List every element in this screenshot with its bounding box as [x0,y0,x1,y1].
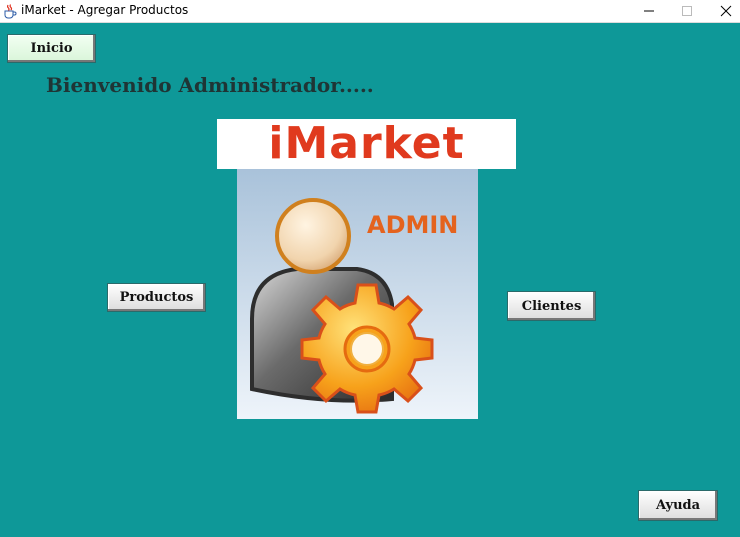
brand-logo: iMarket [217,119,516,169]
minimize-button[interactable] [629,0,669,22]
brand-logo-text: iMarket [268,118,465,169]
maximize-icon [681,5,693,17]
clients-button[interactable]: Clientes [507,291,596,321]
gear-icon [300,283,434,414]
admin-image: ADMIN [237,169,478,419]
products-button[interactable]: Productos [107,283,206,312]
minimize-icon [643,5,655,17]
admin-label: ADMIN [367,211,458,239]
close-button[interactable] [706,0,740,22]
close-icon [720,5,732,17]
java-cup-icon [2,3,18,19]
welcome-heading: Bienvenido Administrador..... [46,73,374,97]
title-bar: iMarket - Agregar Productos [0,0,740,23]
help-button[interactable]: Ayuda [638,490,718,521]
home-button[interactable]: Inicio [7,34,96,63]
window-title: iMarket - Agregar Productos [21,3,189,17]
maximize-button[interactable] [667,0,707,22]
